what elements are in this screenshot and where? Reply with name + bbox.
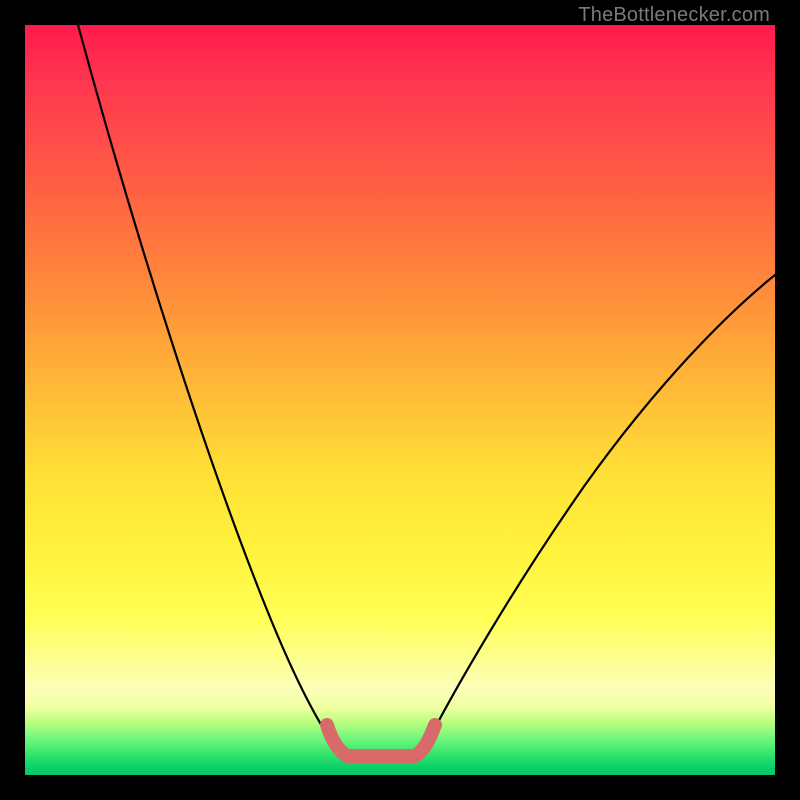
- curve-layer: [25, 25, 775, 775]
- plot-area: [25, 25, 775, 775]
- curve-right: [427, 275, 775, 743]
- watermark-text: TheBottlenecker.com: [578, 4, 770, 27]
- curve-left: [78, 25, 333, 743]
- valley-highlight: [327, 725, 435, 756]
- chart-frame: TheBottlenecker.com: [0, 0, 800, 800]
